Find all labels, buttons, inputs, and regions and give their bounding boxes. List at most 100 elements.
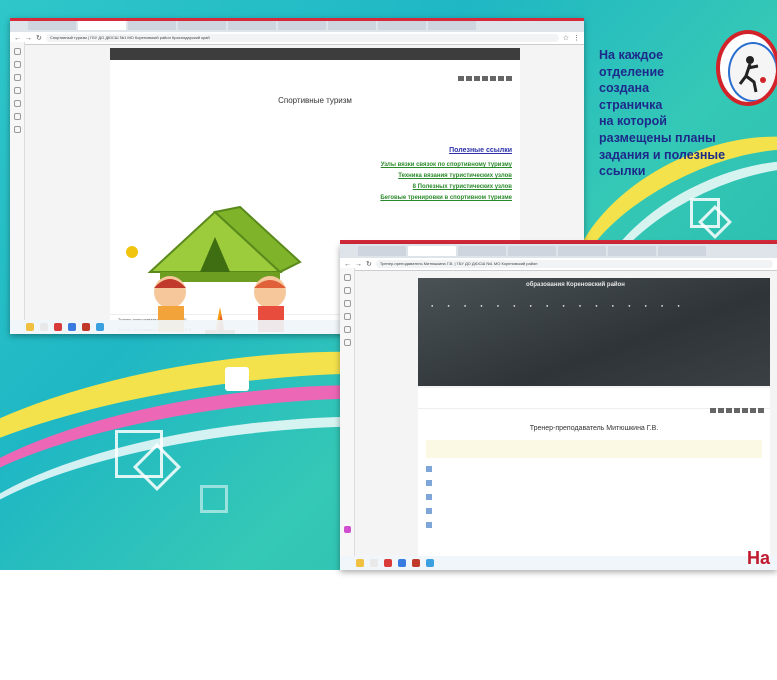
- menu-item[interactable]: ●: [674, 302, 682, 309]
- share-icon[interactable]: [506, 76, 512, 81]
- address-bar[interactable]: Спортивный туризм | ГБУ ДО ДЮСШ №1 МО Ко…: [45, 34, 559, 42]
- yandex-icon[interactable]: [412, 559, 420, 567]
- menu-item[interactable]: ●: [576, 302, 584, 309]
- menu-item[interactable]: ●: [609, 302, 617, 309]
- taskbar-app-icon[interactable]: [40, 323, 48, 331]
- file-row[interactable]: [426, 522, 762, 528]
- back-icon[interactable]: ←: [344, 261, 351, 268]
- decor-white-square: [225, 367, 249, 391]
- sidebar-icon[interactable]: [343, 287, 351, 294]
- browser-tab[interactable]: [358, 246, 406, 256]
- useful-links-heading[interactable]: Полезные ссылки: [380, 147, 512, 154]
- file-row[interactable]: [426, 508, 762, 514]
- telegram-icon[interactable]: [426, 559, 434, 567]
- telegram-icon[interactable]: [96, 323, 104, 331]
- back-icon[interactable]: ←: [14, 35, 21, 42]
- useful-links: Полезные ссылки Узлы вязки связок по спо…: [380, 147, 512, 206]
- browser-tab[interactable]: [228, 20, 276, 30]
- share-icon[interactable]: [758, 408, 764, 413]
- menu-item[interactable]: ●: [444, 302, 452, 309]
- share-icon[interactable]: [750, 408, 756, 413]
- sidebar-icon[interactable]: [13, 113, 21, 120]
- explorer-icon[interactable]: [26, 323, 34, 331]
- app-icon-blue[interactable]: [398, 559, 406, 567]
- app-icon-blue[interactable]: [68, 323, 76, 331]
- forward-icon[interactable]: →: [355, 261, 362, 268]
- sidebar-icon[interactable]: [343, 326, 351, 333]
- link-knots-binding[interactable]: Узлы вязки связок по спортивному туризму: [380, 162, 512, 168]
- share-icon[interactable]: [710, 408, 716, 413]
- menu-item[interactable]: ●: [510, 302, 518, 309]
- file-row[interactable]: [426, 494, 762, 500]
- browser-tab[interactable]: [28, 20, 76, 30]
- menu-item[interactable]: ●: [592, 302, 600, 309]
- sports-emblem-logo: [716, 30, 777, 106]
- share-icon[interactable]: [718, 408, 724, 413]
- link-running-training[interactable]: Беговые тренировки в спортивном туризме: [380, 195, 512, 201]
- sidebar-icon-active[interactable]: [343, 526, 351, 533]
- file-row[interactable]: [426, 480, 762, 486]
- share-icon[interactable]: [466, 76, 472, 81]
- runner-icon: [738, 56, 766, 93]
- menu-item[interactable]: ●: [494, 302, 502, 309]
- browser-tab[interactable]: [558, 246, 606, 256]
- menu-item[interactable]: ●: [559, 302, 567, 309]
- browser-tab[interactable]: [508, 246, 556, 256]
- browser-tab-active[interactable]: [408, 246, 456, 256]
- reload-icon[interactable]: ↻: [36, 34, 42, 42]
- menu-item[interactable]: ●: [658, 302, 666, 309]
- menu-item[interactable]: ●: [625, 302, 633, 309]
- sidebar-icon[interactable]: [343, 339, 351, 346]
- app-icon-red[interactable]: [54, 323, 62, 331]
- browser-tab[interactable]: [178, 20, 226, 30]
- sidebar-icon[interactable]: [343, 300, 351, 307]
- forward-icon[interactable]: →: [25, 35, 32, 42]
- browser-tab[interactable]: [458, 246, 506, 256]
- address-bar[interactable]: Тренер-преподаватель Митюшкина Г.В. | ГБ…: [375, 260, 773, 268]
- browser-tab[interactable]: [658, 246, 706, 256]
- caption-line: на которой: [599, 114, 667, 129]
- browser-tab[interactable]: [128, 20, 176, 30]
- menu-item[interactable]: ●: [477, 302, 485, 309]
- menu-item[interactable]: ●: [543, 302, 551, 309]
- browser-tab[interactable]: [428, 20, 476, 30]
- sidebar-icon[interactable]: [13, 87, 21, 94]
- reload-icon[interactable]: ↻: [366, 260, 372, 268]
- share-icon[interactable]: [490, 76, 496, 81]
- app-icon-red[interactable]: [384, 559, 392, 567]
- menu-icon[interactable]: ⋮: [573, 34, 580, 42]
- share-icon[interactable]: [458, 76, 464, 81]
- sidebar-icon[interactable]: [13, 61, 21, 68]
- browser-tab[interactable]: [378, 20, 426, 30]
- browser-tab[interactable]: [278, 20, 326, 30]
- sidebar-icon[interactable]: [13, 48, 21, 55]
- browser-sidebar: [340, 268, 355, 570]
- sidebar-icon[interactable]: [343, 274, 351, 281]
- share-icon[interactable]: [726, 408, 732, 413]
- sidebar-icon[interactable]: [13, 126, 21, 133]
- share-icon[interactable]: [474, 76, 480, 81]
- menu-item[interactable]: ●: [461, 302, 469, 309]
- share-icon[interactable]: [734, 408, 740, 413]
- taskbar-app-icon[interactable]: [370, 559, 378, 567]
- file-icon: [426, 494, 432, 500]
- sidebar-icon[interactable]: [13, 74, 21, 81]
- browser-tab[interactable]: [608, 246, 656, 256]
- browser-tab[interactable]: [328, 20, 376, 30]
- sidebar-icon[interactable]: [343, 313, 351, 320]
- link-knot-technique[interactable]: Техника вязания туристических узлов: [380, 173, 512, 179]
- camping-kids-illustration: [126, 205, 302, 334]
- star-icon[interactable]: ☆: [563, 34, 569, 42]
- explorer-icon[interactable]: [356, 559, 364, 567]
- file-row[interactable]: [426, 466, 762, 472]
- browser-tab-active[interactable]: [78, 20, 126, 30]
- menu-item[interactable]: ●: [641, 302, 649, 309]
- menu-item[interactable]: ●: [428, 302, 436, 309]
- sidebar-icon[interactable]: [13, 100, 21, 107]
- menu-item[interactable]: ●: [527, 302, 535, 309]
- yandex-icon[interactable]: [82, 323, 90, 331]
- share-icon[interactable]: [482, 76, 488, 81]
- share-icon[interactable]: [498, 76, 504, 81]
- link-8-knots[interactable]: 8 Полезных туристических узлов: [380, 184, 512, 190]
- share-icon[interactable]: [742, 408, 748, 413]
